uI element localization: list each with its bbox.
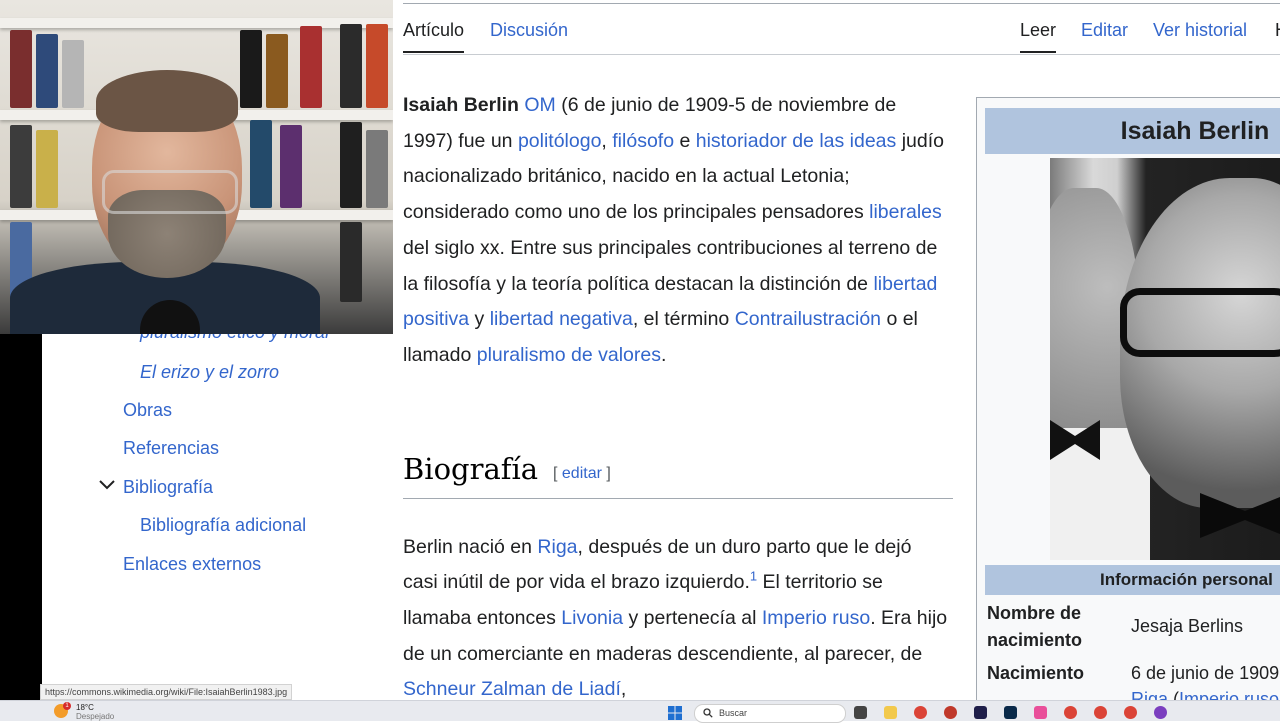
bracket: [ <box>553 465 562 482</box>
link-livonia[interactable]: Livonia <box>561 607 623 629</box>
tab-leer[interactable]: Leer <box>1020 20 1057 53</box>
photoshop-icon[interactable] <box>1004 706 1017 719</box>
search-icon <box>703 708 713 718</box>
link-historiador[interactable]: historiador de las ideas <box>696 130 897 152</box>
app-icon[interactable] <box>1154 706 1167 719</box>
webcam-overlay <box>0 0 393 334</box>
link-contrailustracion[interactable]: Contrailustración <box>735 308 881 330</box>
link-riga[interactable]: Riga <box>537 536 577 558</box>
search-label: Buscar <box>719 708 748 718</box>
person-hair <box>96 70 238 132</box>
text: y <box>469 308 490 331</box>
book <box>36 130 58 208</box>
weather-temp: 18°C <box>76 703 94 712</box>
book <box>366 24 388 108</box>
section-heading-biografia: Biografía [ editar ] <box>403 452 953 499</box>
page-tabs: Artículo Discusión Leer Editar Ver histo… <box>403 0 1280 55</box>
book <box>250 120 272 208</box>
chevron-down-icon[interactable] <box>98 478 116 492</box>
link-pluralismo[interactable]: pluralismo de valores <box>477 344 661 366</box>
chrome-icon[interactable] <box>914 706 927 719</box>
book <box>300 26 322 108</box>
notification-badge: 1 <box>63 702 71 710</box>
infobox-section-header: Información personal <box>985 565 1280 595</box>
intro-paragraph: Isaiah Berlin OM (6 de junio de 1909-5 d… <box>403 88 948 374</box>
infobox-photo[interactable] <box>1050 158 1280 560</box>
status-bar-url: https://commons.wikimedia.org/wiki/File:… <box>40 684 293 700</box>
chrome-profile-icon[interactable] <box>1064 706 1077 719</box>
file-explorer-icon[interactable] <box>884 706 897 719</box>
tab-discusion[interactable]: Discusión <box>490 20 568 41</box>
infobox-label-nombre: Nombre de nacimiento <box>987 603 1083 650</box>
text: Berlin nació en <box>403 535 538 558</box>
book <box>10 30 32 108</box>
section-edit: [ editar ] <box>553 465 611 483</box>
link-politologo[interactable]: politólogo <box>518 130 601 152</box>
shelf <box>0 18 393 28</box>
toc-item-enlaces-externos[interactable]: Enlaces externos <box>123 554 261 575</box>
edit-section-link[interactable]: editar <box>562 465 602 482</box>
book <box>280 125 302 208</box>
book <box>10 125 32 208</box>
link-libertad-negativa[interactable]: libertad negativa <box>490 308 633 330</box>
book <box>340 122 362 208</box>
text: , <box>601 129 613 152</box>
biography-text: Berlin nació en Riga, después de un duro… <box>403 510 948 728</box>
infobox-value-nacimiento: 6 de junio de 1909 <box>1131 663 1280 683</box>
taskbar-search[interactable]: Buscar <box>694 704 846 723</box>
taskbar: 1 18°C Despejado Buscar <box>0 700 1280 723</box>
glasses <box>102 170 238 214</box>
book <box>36 34 58 108</box>
article-subject: Isaiah Berlin <box>403 94 519 116</box>
chrome-profile-icon[interactable] <box>1094 706 1107 719</box>
bracket: ] <box>601 465 611 482</box>
text: , el término <box>632 308 735 331</box>
bio-paragraph: Berlin nació en Riga, después de un duro… <box>403 530 948 709</box>
book <box>240 30 262 108</box>
task-view-icon[interactable] <box>854 706 867 719</box>
infobox-value-nombre: Jesaja Berlins <box>1131 616 1244 636</box>
book <box>266 34 288 108</box>
link-filosofo[interactable]: filósofo <box>612 130 674 152</box>
infobox: Isaiah Berlin Información personal Nombr… <box>976 97 1280 719</box>
photo-glasses <box>1120 288 1280 357</box>
chrome-profile-icon[interactable] <box>1124 706 1137 719</box>
windows-start-icon[interactable] <box>668 706 682 720</box>
book <box>62 40 84 108</box>
tab-editar[interactable]: Editar <box>1081 20 1128 41</box>
reference-link[interactable]: 1 <box>750 569 757 584</box>
infobox-title: Isaiah Berlin <box>985 108 1280 154</box>
toc-item-obras[interactable]: Obras <box>123 400 172 421</box>
text: e <box>674 129 696 152</box>
premiere-icon[interactable] <box>974 706 987 719</box>
tab-articulo[interactable]: Artículo <box>403 20 465 53</box>
link-liberales[interactable]: liberales <box>869 201 942 223</box>
toc-item-referencias[interactable]: Referencias <box>123 438 219 459</box>
weather-widget[interactable]: 18°C Despejado <box>76 703 114 721</box>
link-om[interactable]: OM <box>524 94 555 116</box>
book <box>340 222 362 302</box>
toc-item-bibliografia[interactable]: Bibliografía <box>123 477 213 498</box>
text: , <box>620 678 627 701</box>
tab-more[interactable]: H <box>1275 20 1280 41</box>
app-icon[interactable] <box>944 706 957 719</box>
toc-item-erizo-zorro[interactable]: El erizo y el zorro <box>140 362 279 383</box>
link-imperio-ruso[interactable]: Imperio ruso <box>762 607 870 629</box>
tab-ver-historial[interactable]: Ver historial <box>1153 20 1247 41</box>
app-icon[interactable] <box>1034 706 1047 719</box>
text: . <box>660 343 667 366</box>
text: y pertenecía al <box>623 606 762 629</box>
book <box>340 24 362 108</box>
infobox-label-nacimiento: Nacimiento <box>987 663 1085 683</box>
text: del siglo xx. Entre sus principales cont… <box>403 236 938 295</box>
toc-item-bibliografia-adicional[interactable]: Bibliografía adicional <box>140 515 306 536</box>
link-schneur-zalman[interactable]: Schneur Zalman de Liadí <box>403 678 621 700</box>
article-intro: Isaiah Berlin OM (6 de junio de 1909-5 d… <box>403 88 948 374</box>
section-title: Biografía <box>403 452 539 486</box>
book <box>366 130 388 208</box>
